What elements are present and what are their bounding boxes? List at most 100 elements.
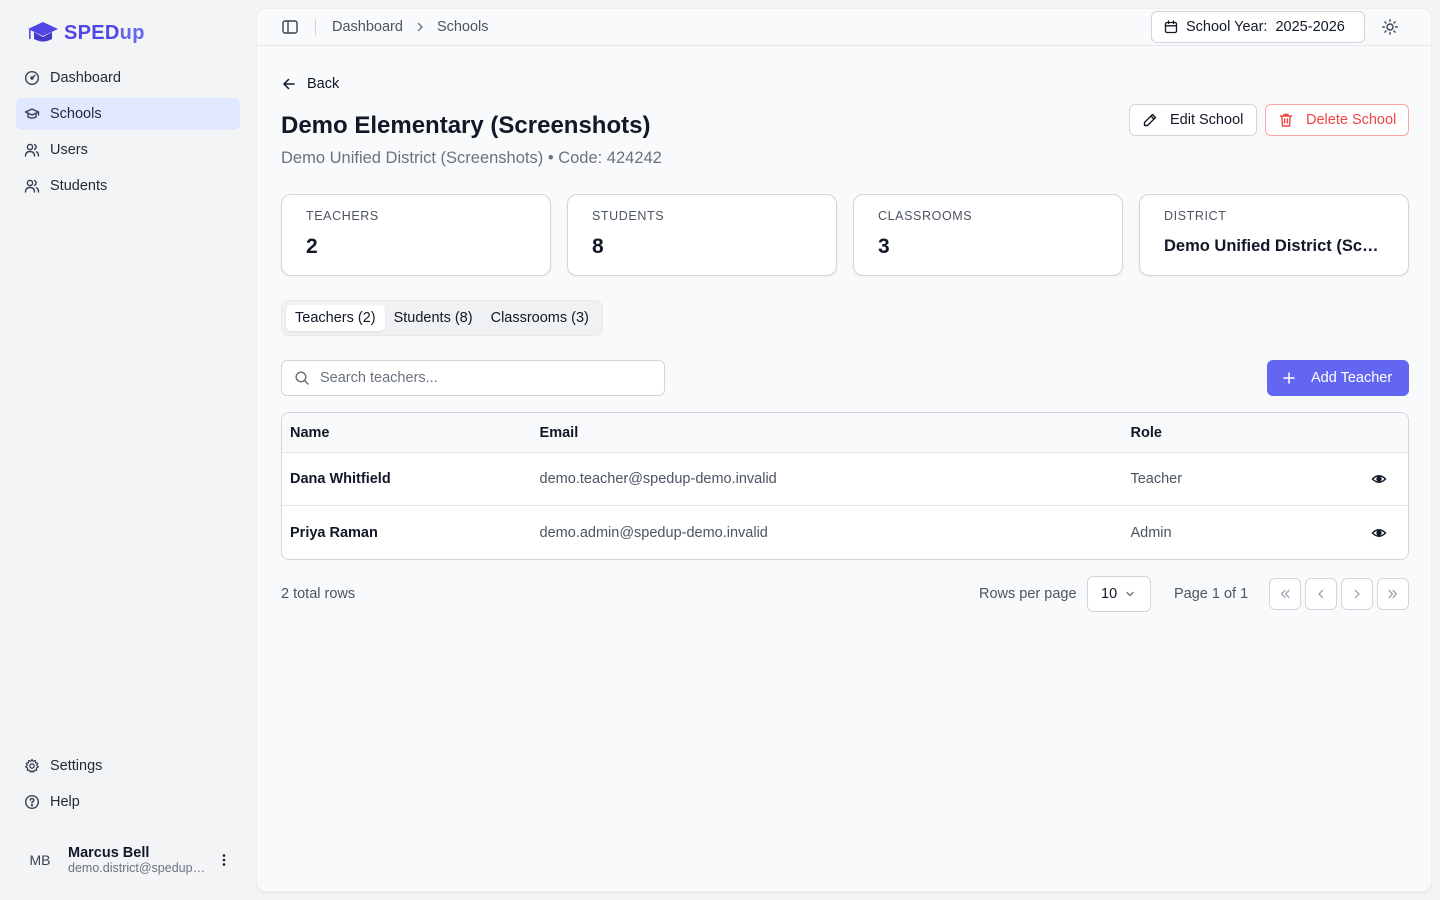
topbar: Dashboard Schools School Year: 2025-2026 xyxy=(257,9,1431,46)
chevron-down-icon xyxy=(1126,591,1134,597)
column-header-role[interactable]: Role xyxy=(1130,425,1350,441)
brand-name-b: up xyxy=(119,21,145,44)
logo[interactable]: SPEDup xyxy=(26,20,145,46)
users-icon xyxy=(24,143,40,157)
stat-card-students: STUDENTS 8 xyxy=(567,194,837,276)
breadcrumb-schools[interactable]: Schools xyxy=(437,19,489,35)
plus-icon xyxy=(1283,372,1295,384)
rows-per-page-label: Rows per page xyxy=(979,586,1077,602)
chevron-left-icon xyxy=(1318,589,1324,599)
last-page-button[interactable] xyxy=(1377,578,1409,610)
table-pagination: 2 total rows Rows per page 10 Page 1 of … xyxy=(281,576,1409,612)
more-vertical-icon[interactable] xyxy=(216,852,232,868)
brand-name: SPEDup xyxy=(64,22,145,45)
tab-list: Teachers (2) Students (8) Classrooms (3) xyxy=(281,300,603,336)
total-rows: 2 total rows xyxy=(281,586,356,602)
cell-name: Dana Whitfield xyxy=(290,471,391,487)
sidebar-item-label: Settings xyxy=(50,758,103,774)
stat-value: Demo Unified District (Screenshots) xyxy=(1164,237,1384,255)
sidebar-item-label: Help xyxy=(50,794,80,810)
breadcrumb-dashboard[interactable]: Dashboard xyxy=(332,19,403,35)
page-indicator: Page 1 of 1 xyxy=(1174,586,1249,602)
sidebar-item-users[interactable]: Users xyxy=(16,134,240,166)
table-header-row: Name Email Role xyxy=(282,413,1408,453)
arrow-left-icon xyxy=(283,78,295,90)
chevron-right-icon xyxy=(417,22,423,32)
delete-school-button[interactable]: Delete School xyxy=(1265,104,1409,136)
teachers-table: Name Email Role Dana Whitfield demo.teac… xyxy=(281,412,1409,560)
stat-value: 8 xyxy=(592,235,604,258)
sidebar-item-help[interactable]: Help xyxy=(16,786,240,818)
sidebar-item-label: Schools xyxy=(50,106,102,122)
school-year-label: School Year: 2025-2026 xyxy=(1186,19,1345,35)
graduation-cap-icon xyxy=(24,108,40,119)
add-teacher-button[interactable]: Add Teacher xyxy=(1267,360,1409,396)
tab-classrooms[interactable]: Classrooms (3) xyxy=(482,305,598,331)
sidebar: SPEDup Dashboard Schools Users Students … xyxy=(0,0,256,900)
stat-label: TEACHERS xyxy=(306,209,379,223)
users-icon xyxy=(24,179,40,193)
search-field xyxy=(281,360,665,396)
sidebar-item-schools[interactable]: Schools xyxy=(16,98,240,130)
trash-icon xyxy=(1279,113,1293,127)
sidebar-item-label: Students xyxy=(50,178,108,194)
column-header-email[interactable]: Email xyxy=(540,425,1131,441)
user-email: demo.district@spedup-demo.invalid xyxy=(68,861,204,875)
main-panel: Dashboard Schools School Year: 2025-2026… xyxy=(256,8,1432,892)
chevrons-right-icon xyxy=(1388,589,1398,599)
sidebar-item-settings[interactable]: Settings xyxy=(16,750,240,782)
first-page-button[interactable] xyxy=(1269,578,1301,610)
tab-students[interactable]: Students (8) xyxy=(385,305,482,331)
stat-value: 3 xyxy=(878,235,890,258)
table-row[interactable]: Dana Whitfield demo.teacher@spedup-demo.… xyxy=(282,453,1408,506)
cell-role: Admin xyxy=(1130,524,1172,541)
sun-icon[interactable] xyxy=(1381,18,1399,36)
pencil-icon xyxy=(1143,113,1157,127)
eye-icon[interactable] xyxy=(1371,525,1387,541)
sidebar-item-label: Users xyxy=(50,142,88,158)
search-input[interactable] xyxy=(320,370,652,386)
page-subtitle: Demo Unified District (Screenshots) • Co… xyxy=(281,149,662,167)
column-header-name[interactable]: Name xyxy=(282,425,540,441)
sidebar-item-dashboard[interactable]: Dashboard xyxy=(16,62,240,94)
sidebar-toggle-icon[interactable] xyxy=(281,18,299,36)
gear-icon xyxy=(25,758,39,773)
cell-name: Priya Raman xyxy=(290,524,378,541)
help-circle-icon xyxy=(24,794,40,810)
calendar-icon xyxy=(1164,20,1178,34)
next-page-button[interactable] xyxy=(1341,578,1373,610)
rows-per-page-select[interactable]: 10 xyxy=(1087,576,1151,612)
breadcrumb: Dashboard Schools xyxy=(332,19,489,35)
sidebar-item-label: Dashboard xyxy=(50,70,121,86)
stat-card-district: DISTRICT Demo Unified District (Screensh… xyxy=(1139,194,1409,276)
sidebar-nav: Dashboard Schools Users Students xyxy=(16,62,240,206)
stat-label: STUDENTS xyxy=(592,209,665,223)
divider xyxy=(315,19,316,35)
stat-card-teachers: TEACHERS 2 xyxy=(281,194,551,276)
tab-teachers[interactable]: Teachers (2) xyxy=(286,305,385,331)
stat-card-classrooms: CLASSROOMS 3 xyxy=(853,194,1123,276)
sidebar-item-students[interactable]: Students xyxy=(16,170,240,202)
eye-icon[interactable] xyxy=(1371,471,1387,487)
user-name: Marcus Bell xyxy=(68,845,150,861)
rows-per-page-value: 10 xyxy=(1101,586,1118,602)
previous-page-button[interactable] xyxy=(1305,578,1337,610)
cell-role: Teacher xyxy=(1130,471,1183,487)
school-year-selector[interactable]: School Year: 2025-2026 xyxy=(1151,11,1365,43)
back-link[interactable]: Back xyxy=(281,76,339,92)
cell-email: demo.teacher@spedup-demo.invalid xyxy=(539,471,777,487)
table-row[interactable]: Priya Raman demo.admin@spedup-demo.inval… xyxy=(282,506,1408,559)
stat-label: CLASSROOMS xyxy=(878,209,973,223)
search-icon xyxy=(295,371,309,385)
add-teacher-label: Add Teacher xyxy=(1311,370,1393,386)
brand-name-a: SPED xyxy=(64,21,120,44)
avatar: MB xyxy=(29,852,51,868)
graduation-cap-logo-icon xyxy=(28,22,58,42)
stat-value: 2 xyxy=(306,235,318,258)
stat-label: DISTRICT xyxy=(1164,209,1227,223)
back-label: Back xyxy=(307,76,340,92)
edit-school-label: Edit School xyxy=(1170,112,1244,128)
edit-school-button[interactable]: Edit School xyxy=(1129,104,1257,136)
user-profile[interactable]: MB Marcus Bell demo.district@spedup-demo… xyxy=(16,838,240,882)
gauge-icon xyxy=(24,70,40,86)
